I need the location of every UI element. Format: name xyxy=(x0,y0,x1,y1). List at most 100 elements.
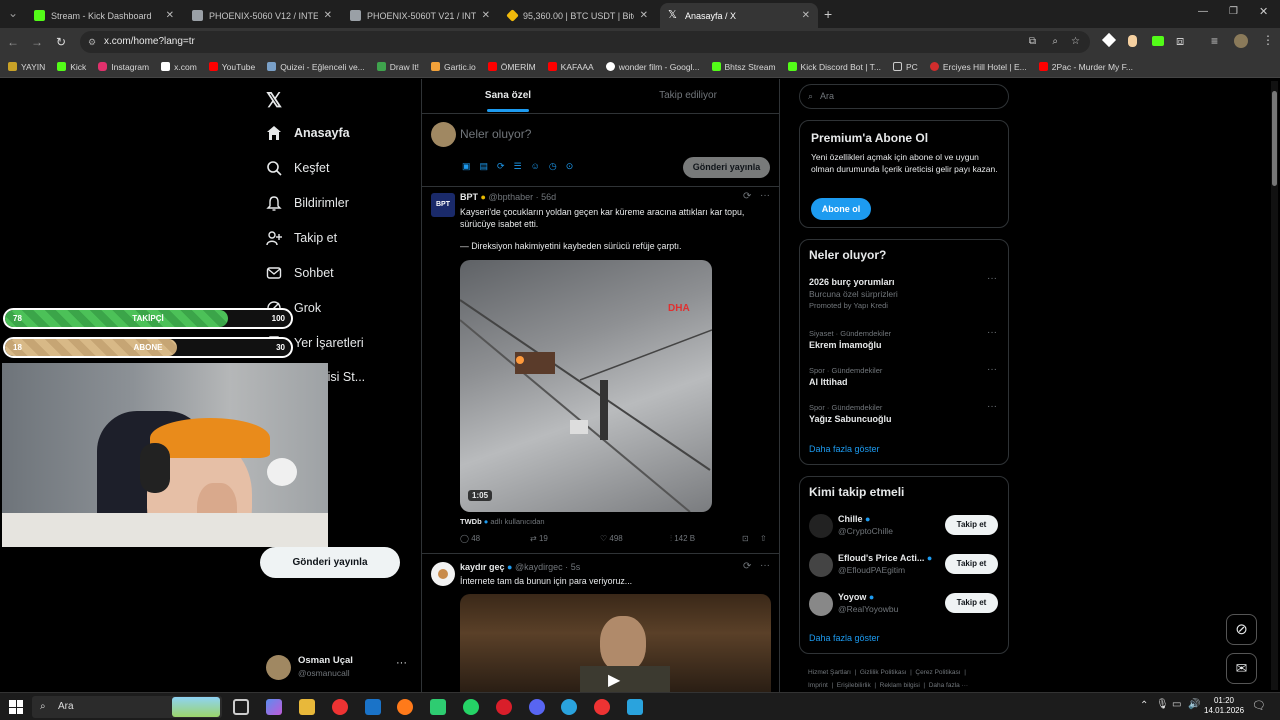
bookmark-item[interactable]: KAFAAA xyxy=(547,62,594,72)
address-bar[interactable]: ⚙ x.com/home?lang=tr ⧉ ⌕ ☆ xyxy=(80,31,1090,53)
show-more-link[interactable]: Daha fazla göster xyxy=(809,633,880,643)
image-icon[interactable]: ▣ xyxy=(462,161,471,172)
close-tab-icon[interactable]: ✕ xyxy=(640,10,648,21)
messages-float-button[interactable]: ✉ xyxy=(1226,653,1257,684)
opera-icon[interactable] xyxy=(496,699,512,715)
emoji-icon[interactable]: ☺ xyxy=(531,161,540,172)
close-tab-icon[interactable]: ✕ xyxy=(482,10,490,21)
play-icon[interactable]: ▶ xyxy=(608,670,620,690)
kick-extension-icon[interactable] xyxy=(1152,36,1164,46)
extension-icon[interactable] xyxy=(1128,35,1137,47)
follow-button[interactable]: Takip et xyxy=(945,515,998,535)
location-icon[interactable]: ⊙ xyxy=(566,161,574,172)
nav-follow[interactable]: Takip et xyxy=(266,230,337,246)
file-explorer-icon[interactable] xyxy=(299,699,315,715)
new-tab-button[interactable]: + xyxy=(824,6,832,22)
more-icon[interactable]: ··· xyxy=(760,560,770,571)
account-switcher[interactable]: Osman Uçal @osmanucall ··· xyxy=(266,653,416,683)
subscribe-button[interactable]: Abone ol xyxy=(811,198,871,220)
close-tab-icon[interactable]: ✕ xyxy=(324,10,332,21)
bookmark-item[interactable]: Draw It! xyxy=(376,62,419,72)
x-logo-icon[interactable]: 𝕏 xyxy=(266,88,282,113)
browser-tab[interactable]: PHOENIX-5060 V12 / INTEL Co ✕ xyxy=(184,3,340,28)
reload-icon[interactable]: ↻ xyxy=(52,33,70,51)
nav-explore[interactable]: Keşfet xyxy=(266,160,329,176)
tweet[interactable]: BPT BPT ● @bpthaber · 56d ⟳ ··· Kayseri'… xyxy=(422,187,779,553)
bookmark-item[interactable]: Gartic.io xyxy=(431,62,476,72)
tab-following[interactable]: Takip ediliyor xyxy=(602,79,774,113)
bookmark-item[interactable]: Kick xyxy=(57,62,86,72)
back-icon[interactable]: ← xyxy=(4,33,22,51)
bookmark-item[interactable]: YAYIN xyxy=(8,62,45,72)
footer-link[interactable]: Gizlilik Politikası xyxy=(860,669,907,676)
telegram-icon[interactable] xyxy=(627,699,643,715)
browser-tab-active[interactable]: 𝕏 Anasayfa / X ✕ xyxy=(660,3,818,28)
profile-avatar[interactable] xyxy=(1234,34,1248,48)
task-view-icon[interactable] xyxy=(233,699,249,715)
footer-link[interactable]: Imprint xyxy=(808,682,828,689)
footer-link[interactable]: Erişilebilirlik xyxy=(837,682,871,689)
share-icon[interactable]: ⇧ xyxy=(760,534,767,543)
bookmark-item[interactable]: ÖMERİM xyxy=(487,62,536,72)
close-tab-icon[interactable]: ✕ xyxy=(166,10,174,21)
more-icon[interactable]: ··· xyxy=(987,401,997,412)
bookmark-item[interactable]: Bhtsz Stream xyxy=(711,62,776,72)
poll-icon[interactable]: ☰ xyxy=(514,161,522,172)
whatsapp-icon[interactable] xyxy=(463,699,479,715)
notifications-icon[interactable]: 🗨 xyxy=(1252,699,1266,712)
zoom-icon[interactable]: ⌕ xyxy=(1052,31,1058,53)
windows-start-icon[interactable] xyxy=(9,700,23,714)
maximize-icon[interactable]: ❐ xyxy=(1229,6,1238,17)
discord-icon[interactable] xyxy=(529,699,545,715)
microphone-icon[interactable]: 🎙 xyxy=(1156,699,1169,710)
follow-suggestion[interactable]: Chille ● @CryptoChille Takip et xyxy=(800,511,1008,541)
grok-float-button[interactable]: ⊘ xyxy=(1226,614,1257,645)
tray-overflow-icon[interactable]: ⌃ xyxy=(1140,700,1148,711)
nav-home[interactable]: Anasayfa xyxy=(266,125,350,141)
bookmark-item[interactable]: Instagram xyxy=(98,62,149,72)
grok-icon[interactable]: ⟳ xyxy=(497,161,505,172)
footer-link[interactable]: Reklam bilgisi xyxy=(880,682,920,689)
bookmark-item[interactable]: wonder film - Googl... xyxy=(605,62,700,72)
chrome-icon[interactable] xyxy=(332,699,348,715)
nav-chat[interactable]: Sohbet xyxy=(266,265,334,281)
bookmark-item[interactable]: Quizei - Eğlenceli ve... xyxy=(267,62,365,72)
app-icon[interactable] xyxy=(430,699,446,715)
chrome-icon[interactable] xyxy=(594,699,610,715)
browser-menu-icon[interactable]: ⋮ xyxy=(1262,33,1274,47)
outlook-icon[interactable] xyxy=(365,699,381,715)
compose-input[interactable]: Neler oluyor? xyxy=(460,127,531,141)
minimize-icon[interactable]: — xyxy=(1198,6,1208,17)
search-input[interactable]: ⌕ Ara xyxy=(799,84,1009,109)
gif-icon[interactable]: ▤ xyxy=(480,161,489,172)
follow-button[interactable]: Takip et xyxy=(945,593,998,613)
source-attribution[interactable]: TWDb ● adlı kullanıcıdan xyxy=(460,517,545,526)
volume-icon[interactable]: 🔊 xyxy=(1188,699,1200,710)
site-info-icon[interactable]: ⚙ xyxy=(88,31,96,53)
follow-suggestion[interactable]: Yoyow ● @RealYoyowbu Takip et xyxy=(800,589,1008,619)
extension-icon[interactable] xyxy=(1101,32,1117,48)
copilot-icon[interactable] xyxy=(266,699,282,715)
nav-notifications[interactable]: Bildirimler xyxy=(266,195,349,211)
bookmark-item[interactable]: x.com xyxy=(161,62,197,72)
like-button[interactable]: ♡ 498 xyxy=(600,534,623,543)
repost-button[interactable]: ⇄ 19 xyxy=(530,534,548,543)
reply-button[interactable]: ◯ 48 xyxy=(460,534,480,543)
trend-item[interactable]: Spor · Gündemdekiler Al Ittihad xyxy=(809,366,999,387)
close-window-icon[interactable]: ✕ xyxy=(1259,5,1268,18)
trend-item[interactable]: 2026 burç yorumları Burcuna özel sürpriz… xyxy=(809,277,999,310)
scrollbar-thumb[interactable] xyxy=(1272,91,1277,186)
bookmark-star-icon[interactable]: ☆ xyxy=(1071,31,1080,53)
media-controls-icon[interactable]: ≡ xyxy=(1211,34,1218,48)
bookmark-item[interactable]: YouTube xyxy=(208,62,255,72)
grok-icon[interactable]: ⟳ xyxy=(743,191,751,202)
browser-tab[interactable]: Stream - Kick Dashboard ✕ xyxy=(26,3,182,28)
browser-tab[interactable]: 95,360.00 | BTC USDT | Bitcoin ✕ xyxy=(500,3,656,28)
extensions-icon[interactable]: ⧈ xyxy=(1176,33,1184,49)
more-icon[interactable]: ··· xyxy=(760,190,770,201)
show-more-link[interactable]: Daha fazla göster xyxy=(809,444,880,454)
footer-link[interactable]: Daha fazla ··· xyxy=(929,682,968,689)
tab-for-you[interactable]: Sana özel xyxy=(422,79,594,113)
browser-tab[interactable]: PHOENIX-5060T V21 / INTEL C ✕ xyxy=(342,3,498,28)
telegram-icon[interactable] xyxy=(561,699,577,715)
